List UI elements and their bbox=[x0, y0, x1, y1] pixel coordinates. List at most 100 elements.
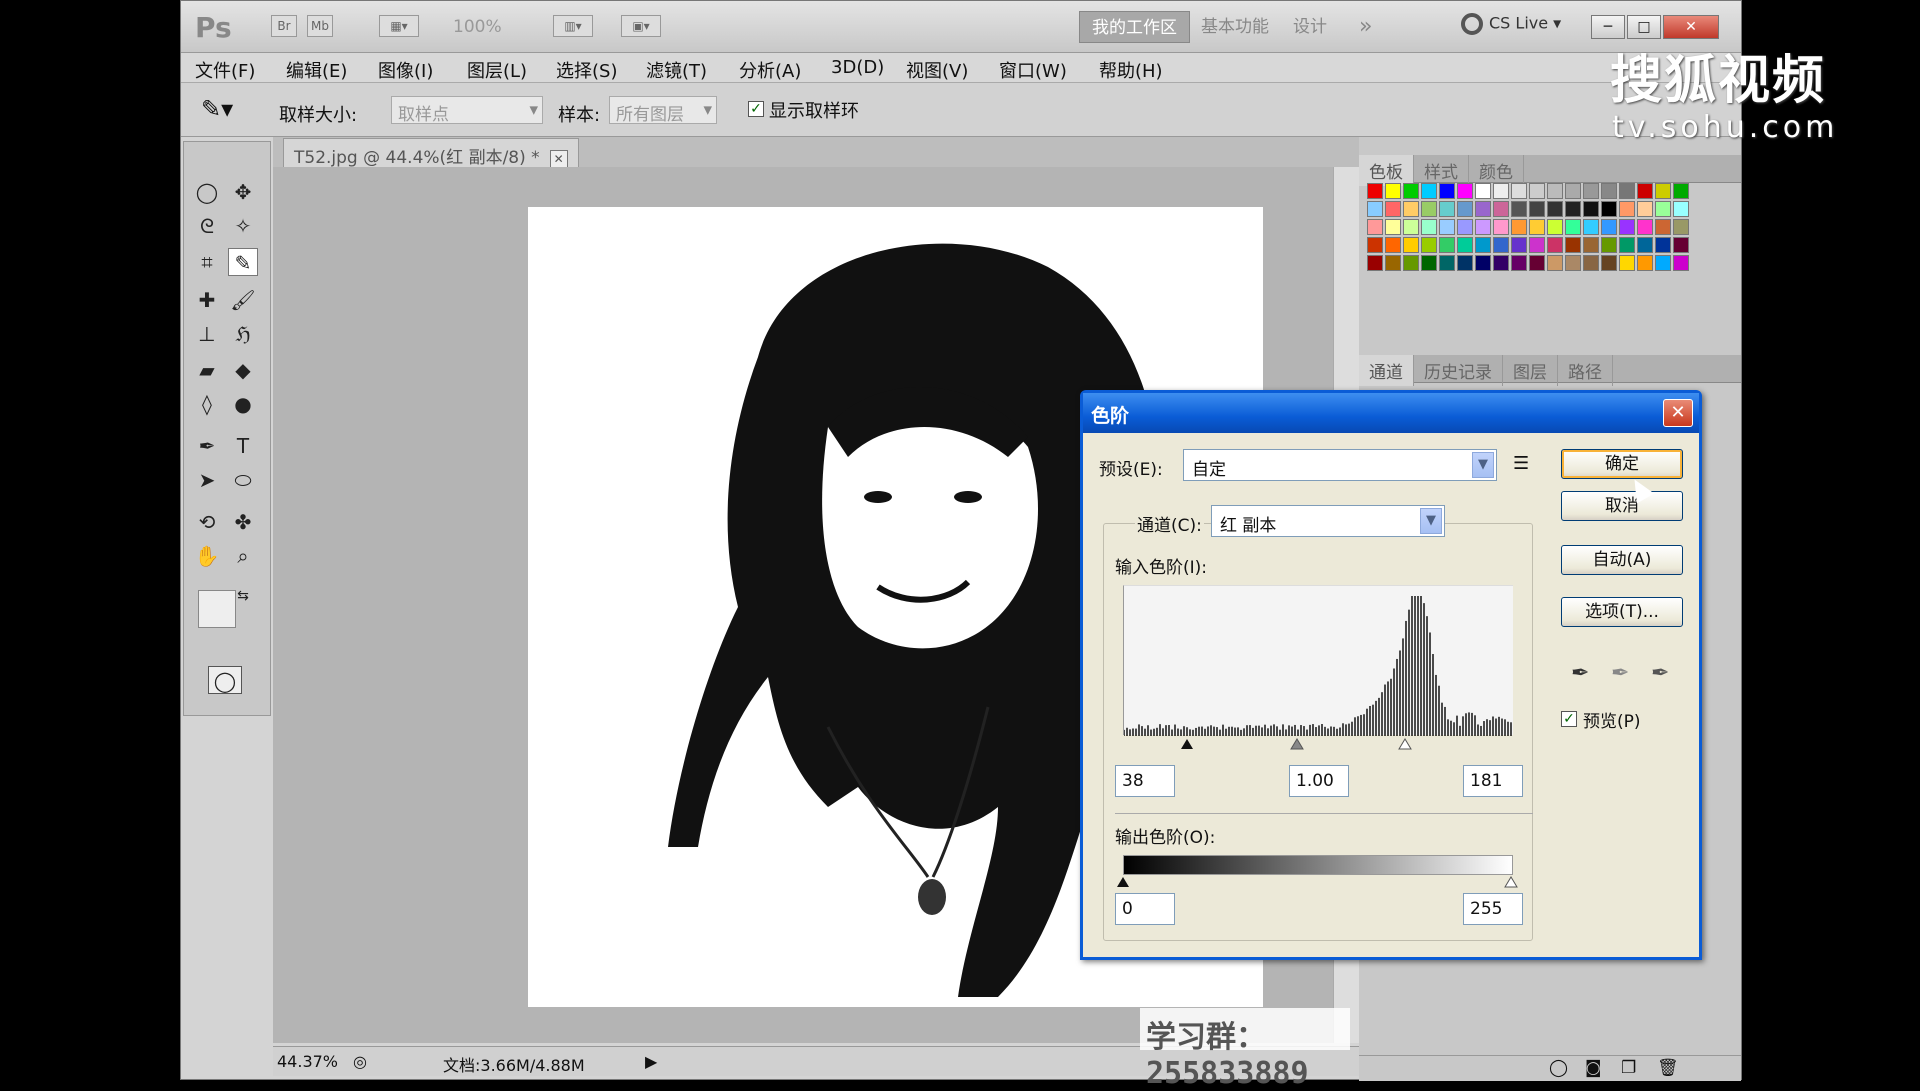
color-swatch[interactable] bbox=[1565, 201, 1581, 217]
input-white-field[interactable]: 181 bbox=[1463, 765, 1523, 797]
color-swatch[interactable] bbox=[1511, 255, 1527, 271]
3d-orbit-icon[interactable]: ✤ bbox=[228, 508, 258, 536]
color-swatch[interactable] bbox=[1385, 219, 1401, 235]
color-swatch[interactable] bbox=[1583, 201, 1599, 217]
color-swatch[interactable] bbox=[1511, 183, 1527, 199]
dialog-title-bar[interactable]: 色阶 bbox=[1083, 393, 1699, 433]
preset-select[interactable]: 自定 ▼ bbox=[1183, 449, 1497, 481]
color-swatch[interactable] bbox=[1619, 255, 1635, 271]
load-channel-icon[interactable]: ◯ bbox=[1549, 1058, 1568, 1078]
black-point-slider[interactable] bbox=[1181, 739, 1193, 749]
color-swatch[interactable] bbox=[1493, 219, 1509, 235]
output-white-slider[interactable] bbox=[1505, 877, 1517, 887]
more-workspaces-icon[interactable]: » bbox=[1347, 11, 1384, 43]
maximize-button[interactable]: □ bbox=[1627, 15, 1661, 39]
path-select-icon[interactable]: ➤ bbox=[192, 466, 222, 494]
dialog-close-button[interactable]: ✕ bbox=[1663, 399, 1693, 427]
eyedropper-preset-icon[interactable]: ✎▾ bbox=[201, 95, 233, 123]
color-swatch[interactable] bbox=[1619, 201, 1635, 217]
input-sliders[interactable] bbox=[1123, 737, 1523, 753]
color-swatch[interactable] bbox=[1655, 219, 1671, 235]
sample-size-select[interactable]: 取样点 bbox=[391, 96, 543, 124]
delete-channel-icon[interactable]: 🗑 bbox=[1657, 1058, 1679, 1078]
move-tool-icon[interactable]: ✥ bbox=[228, 178, 258, 206]
color-swatch[interactable] bbox=[1493, 255, 1509, 271]
color-swatch[interactable] bbox=[1655, 201, 1671, 217]
color-swatch[interactable] bbox=[1439, 237, 1455, 253]
color-swatch[interactable] bbox=[1421, 237, 1437, 253]
color-swatch[interactable] bbox=[1367, 219, 1383, 235]
color-swatch[interactable] bbox=[1565, 219, 1581, 235]
quick-mask-icon[interactable]: ◯ bbox=[208, 666, 242, 694]
color-swatch[interactable] bbox=[1637, 255, 1653, 271]
color-swatch[interactable] bbox=[1439, 219, 1455, 235]
options-button[interactable]: 选项(T)... bbox=[1561, 597, 1683, 627]
menu-select[interactable]: 选择(S) bbox=[556, 57, 617, 83]
color-swatch[interactable] bbox=[1439, 201, 1455, 217]
menu-image[interactable]: 图像(I) bbox=[378, 57, 433, 83]
workspace-essentials[interactable]: 基本功能 bbox=[1189, 11, 1281, 43]
color-swatch[interactable] bbox=[1583, 255, 1599, 271]
close-tab-icon[interactable]: ✕ bbox=[550, 150, 568, 168]
color-swatch[interactable] bbox=[1421, 255, 1437, 271]
color-swatch[interactable] bbox=[1673, 255, 1689, 271]
eraser-tool-icon[interactable]: ▰ bbox=[192, 356, 222, 384]
arrange-documents-icon[interactable]: ▥▾ bbox=[553, 15, 593, 37]
color-swatch[interactable] bbox=[1403, 237, 1419, 253]
preview-checkbox[interactable]: ✓ bbox=[1561, 709, 1577, 729]
3d-rotate-icon[interactable]: ⟲ bbox=[192, 508, 222, 536]
color-swatch[interactable] bbox=[1583, 219, 1599, 235]
input-gamma-field[interactable]: 1.00 bbox=[1289, 765, 1349, 797]
color-swatch[interactable] bbox=[1529, 255, 1545, 271]
color-swatch[interactable] bbox=[1511, 201, 1527, 217]
new-channel-icon[interactable]: ❐ bbox=[1621, 1058, 1636, 1078]
color-swatch[interactable] bbox=[1673, 219, 1689, 235]
menu-window[interactable]: 窗口(W) bbox=[999, 57, 1067, 83]
type-tool-icon[interactable]: T bbox=[228, 432, 258, 460]
color-swatch[interactable] bbox=[1385, 237, 1401, 253]
color-swatch[interactable] bbox=[1475, 237, 1491, 253]
color-swatch[interactable] bbox=[1421, 201, 1437, 217]
color-swatch[interactable] bbox=[1511, 219, 1527, 235]
color-swatch[interactable] bbox=[1565, 255, 1581, 271]
channel-select[interactable]: 红 副本 ▼ bbox=[1211, 505, 1445, 537]
color-swatch[interactable] bbox=[1367, 183, 1383, 199]
history-brush-icon[interactable]: ℌ bbox=[228, 320, 258, 348]
menu-edit[interactable]: 编辑(E) bbox=[286, 57, 347, 83]
color-swatch[interactable] bbox=[1385, 183, 1401, 199]
color-swatch[interactable] bbox=[1457, 201, 1473, 217]
color-swatch[interactable] bbox=[1493, 183, 1509, 199]
color-swatch[interactable] bbox=[1637, 201, 1653, 217]
color-swatch[interactable] bbox=[1655, 237, 1671, 253]
output-sliders[interactable] bbox=[1117, 875, 1521, 889]
color-swatch[interactable] bbox=[1601, 201, 1617, 217]
tab-layers[interactable]: 图层 bbox=[1503, 355, 1558, 386]
color-swatch[interactable] bbox=[1583, 237, 1599, 253]
sample-select[interactable]: 所有图层 bbox=[609, 96, 717, 124]
eyedropper-tool-icon[interactable]: ✎ bbox=[228, 248, 258, 276]
color-swatch[interactable] bbox=[1475, 201, 1491, 217]
color-swatch[interactable] bbox=[1457, 255, 1473, 271]
color-swatch[interactable] bbox=[1619, 219, 1635, 235]
color-swatch[interactable] bbox=[1565, 237, 1581, 253]
color-swatch[interactable] bbox=[1637, 219, 1653, 235]
blur-tool-icon[interactable]: ◊ bbox=[192, 390, 222, 418]
output-black-slider[interactable] bbox=[1117, 877, 1129, 887]
color-swatch[interactable] bbox=[1637, 183, 1653, 199]
tab-paths[interactable]: 路径 bbox=[1558, 355, 1613, 386]
color-swatch[interactable] bbox=[1547, 219, 1563, 235]
color-swatch[interactable] bbox=[1547, 255, 1563, 271]
menu-analysis[interactable]: 分析(A) bbox=[739, 57, 801, 83]
menu-3d[interactable]: 3D(D) bbox=[831, 57, 884, 78]
tab-swatches[interactable]: 色板 bbox=[1359, 155, 1414, 186]
pen-tool-icon[interactable]: ✒ bbox=[192, 432, 222, 460]
color-swatch[interactable] bbox=[1475, 255, 1491, 271]
mini-bridge-icon[interactable]: Mb bbox=[307, 15, 333, 37]
menu-view[interactable]: 视图(V) bbox=[906, 57, 968, 83]
color-swatch[interactable] bbox=[1439, 183, 1455, 199]
color-swatch[interactable] bbox=[1655, 255, 1671, 271]
color-swatch[interactable] bbox=[1403, 255, 1419, 271]
color-swatch[interactable] bbox=[1385, 255, 1401, 271]
ok-button[interactable]: 确定 bbox=[1561, 449, 1683, 479]
color-swatch[interactable] bbox=[1529, 237, 1545, 253]
